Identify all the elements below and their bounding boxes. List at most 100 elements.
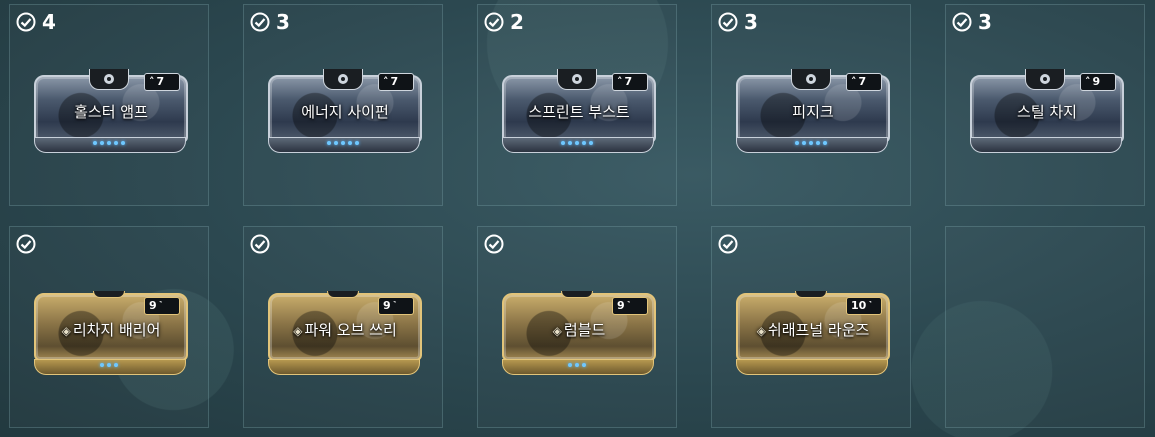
polarity-icon: [1040, 74, 1050, 84]
mod-card-base: [502, 137, 654, 153]
rank-dot: [341, 141, 345, 145]
aura-diamond-icon: ◈: [61, 324, 71, 338]
mod-name-text: 쉬래프널 라운즈: [767, 321, 870, 339]
mod-slot[interactable]: ◈ 파워 오브 쓰리 9 ˺: [243, 226, 443, 428]
mod-card[interactable]: ◈ 쉬래프널 라운즈 10 ˺: [736, 291, 890, 379]
check-circle-icon: [16, 234, 36, 254]
check-circle-icon: [484, 234, 504, 254]
mod-slot[interactable]: 3 에너지 사이펀 ˄ 7: [243, 4, 443, 206]
mod-name: ◈ 쉬래프널 라운즈: [738, 319, 888, 340]
drain-badge: ˄ 7: [612, 73, 648, 91]
mod-card[interactable]: 피지크 ˄ 7: [736, 69, 890, 157]
polarity-badge: [561, 291, 593, 298]
polarity-badge: [327, 291, 359, 298]
polarity-icon: [104, 74, 114, 84]
owned-indicator: [250, 234, 276, 254]
drain-badge: 9 ˺: [612, 297, 648, 315]
rank-dot: [568, 363, 572, 367]
rank-dots: [34, 141, 184, 145]
mod-card[interactable]: 스틸 차지 ˄ 9: [970, 69, 1124, 157]
mod-slot[interactable]: ◈ 리차지 배리어 9 ˺: [9, 226, 209, 428]
polarity-badge: [1025, 69, 1065, 90]
rank-dot: [355, 141, 359, 145]
drain-value: 9: [617, 299, 625, 312]
aura-diamond-icon: ◈: [552, 324, 562, 338]
rank-dot: [121, 141, 125, 145]
owned-indicator: [718, 234, 744, 254]
mod-card[interactable]: 에너지 사이펀 ˄ 7: [268, 69, 422, 157]
owned-count: 3: [744, 10, 758, 34]
owned-indicator: 3: [718, 12, 758, 32]
drain-icon: ˄: [149, 75, 155, 88]
polarity-badge: [795, 291, 827, 298]
drain-badge: 9 ˺: [378, 297, 414, 315]
mod-card[interactable]: 스프린트 부스트 ˄ 7: [502, 69, 656, 157]
mod-card-base: [34, 137, 186, 153]
check-circle-icon: [16, 12, 36, 32]
rank-dot: [823, 141, 827, 145]
mod-name: ◈ 리차지 배리어: [36, 319, 186, 340]
rank-dot: [582, 141, 586, 145]
rank-dot: [107, 141, 111, 145]
mod-card[interactable]: ◈ 럼블드 9 ˺: [502, 291, 656, 379]
mod-name: 에너지 사이펀: [301, 103, 389, 121]
rank-dot: [348, 141, 352, 145]
rank-dot: [795, 141, 799, 145]
mod-card[interactable]: ◈ 리차지 배리어 9 ˺: [34, 291, 188, 379]
drain-value: 7: [390, 75, 399, 88]
drain-value: 9: [383, 299, 391, 312]
mod-slot[interactable]: ◈ 쉬래프널 라운즈 10 ˺: [711, 226, 911, 428]
rank-dot: [561, 141, 565, 145]
rank-dot: [568, 141, 572, 145]
rank-dot: [334, 141, 338, 145]
drain-badge: ˄ 7: [378, 73, 414, 91]
drain-badge: ˄ 7: [846, 73, 882, 91]
rank-dot: [100, 141, 104, 145]
polarity-icon: [572, 74, 582, 84]
mod-card-base: [502, 359, 654, 375]
rank-dots: [736, 141, 886, 145]
mod-slot[interactable]: 3 스틸 차지 ˄ 9: [945, 4, 1145, 206]
rank-dots: [268, 141, 418, 145]
drain-icon: ˺: [392, 299, 397, 312]
drain-value: 9: [149, 299, 157, 312]
mod-slot[interactable]: 3 피지크 ˄ 7: [711, 4, 911, 206]
check-circle-icon: [718, 234, 738, 254]
mod-card-base: [736, 137, 888, 153]
check-circle-icon: [250, 12, 270, 32]
drain-value: 7: [624, 75, 633, 88]
polarity-icon: [338, 74, 348, 84]
rank-dot: [589, 141, 593, 145]
rank-dot: [816, 141, 820, 145]
check-circle-icon: [250, 234, 270, 254]
rank-dot: [107, 363, 111, 367]
polarity-badge: [791, 69, 831, 90]
mod-card-base: [970, 137, 1122, 153]
mod-name: 스프린트 부스트: [528, 103, 630, 121]
mod-name-text: 파워 오브 쓰리: [304, 321, 397, 339]
rank-dots: [34, 363, 184, 367]
owned-indicator: 4: [16, 12, 56, 32]
mod-slot[interactable]: 4 홀스터 앰프 ˄ 7: [9, 4, 209, 206]
drain-value: 10: [851, 299, 867, 312]
drain-icon: ˄: [617, 75, 623, 88]
owned-indicator: 3: [952, 12, 992, 32]
owned-count: 4: [42, 10, 56, 34]
empty-mod-slot[interactable]: [945, 226, 1145, 428]
mod-card[interactable]: ◈ 파워 오브 쓰리 9 ˺: [268, 291, 422, 379]
polarity-badge: [557, 69, 597, 90]
rank-dots: [502, 141, 652, 145]
mod-slot[interactable]: ◈ 럼블드 9 ˺: [477, 226, 677, 428]
mod-card[interactable]: 홀스터 앰프 ˄ 7: [34, 69, 188, 157]
polarity-icon: [806, 74, 816, 84]
drain-icon: ˺: [626, 299, 631, 312]
rank-dot: [100, 363, 104, 367]
owned-count: 2: [510, 10, 524, 34]
drain-badge: ˄ 7: [144, 73, 180, 91]
drain-icon: ˺: [868, 299, 872, 312]
mod-slot[interactable]: 2 스프린트 부스트 ˄ 7: [477, 4, 677, 206]
rank-dot: [809, 141, 813, 145]
mod-card-base: [268, 137, 420, 153]
drain-icon: ˺: [158, 299, 163, 312]
mod-card-base: [268, 359, 420, 375]
